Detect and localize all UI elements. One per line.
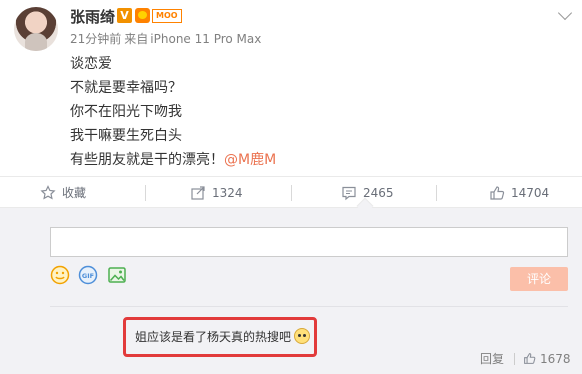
divider	[436, 185, 437, 201]
submit-comment-button[interactable]: 评论	[510, 267, 568, 291]
divider	[50, 306, 568, 307]
share-icon	[191, 185, 205, 200]
comment-icon	[342, 186, 356, 200]
post-meta: 21分钟前 来自 iPhone 11 Pro Max	[70, 30, 261, 47]
highlighted-comment: 姐应该是看了杨天真的热搜吧	[123, 317, 317, 357]
comment-actions: 回复 1678	[480, 350, 571, 367]
verified-badge-icon[interactable]: V	[117, 8, 132, 23]
source-device[interactable]: iPhone 11 Pro Max	[150, 32, 261, 46]
share-button[interactable]: 1324	[190, 177, 243, 208]
source-prefix: 来自	[124, 32, 149, 46]
post-content: 谈恋爱 不就是要幸福吗？ 你不在阳光下吻我 我干嘛要生死白头 有些朋友就是干的漂…	[70, 52, 276, 172]
content-line: 我干嘛要生死白头	[70, 128, 182, 144]
comment-count: 2465	[363, 185, 394, 200]
content-line: 不就是要幸福吗？	[70, 80, 182, 96]
svg-text:GIF: GIF	[82, 272, 94, 280]
member-tag[interactable]: MOO	[152, 9, 182, 23]
content-line: 谈恋爱	[70, 56, 112, 72]
avatar[interactable]	[14, 7, 58, 51]
comment-section: GIF 评论 姐应该是看了杨天真的热搜吧 回复 1678	[0, 208, 582, 374]
content-line: 你不在阳光下吻我	[70, 104, 182, 120]
divider	[291, 185, 292, 201]
comment-input[interactable]	[50, 227, 568, 257]
gif-icon[interactable]: GIF	[78, 265, 98, 285]
weibo-post: 张雨绮 V MOO 21分钟前 来自 iPhone 11 Pro Max 谈恋爱 不…	[0, 0, 582, 175]
action-bar: 收藏 1324 2465 14704	[0, 176, 582, 208]
emoji-icon[interactable]	[50, 265, 70, 285]
chevron-down-icon[interactable]	[557, 5, 573, 21]
divider	[514, 352, 516, 365]
content-text: 有些朋友就是干的漂亮！	[70, 152, 224, 168]
favorite-label: 收藏	[62, 186, 87, 200]
content-line: 有些朋友就是干的漂亮！@M鹿M	[70, 148, 276, 172]
vip-icon[interactable]	[135, 8, 150, 23]
share-count: 1324	[212, 185, 243, 200]
divider	[145, 185, 146, 201]
comment-text: 姐应该是看了杨天真的热搜吧	[135, 330, 292, 344]
cat-emoji-icon	[294, 328, 310, 344]
like-count: 14704	[511, 185, 550, 200]
image-icon[interactable]	[107, 265, 127, 285]
thumbs-up-icon	[490, 185, 505, 200]
star-icon	[40, 184, 56, 199]
reply-button[interactable]: 回复	[480, 350, 504, 367]
comment-like-count: 1678	[540, 351, 571, 366]
favorite-button[interactable]: 收藏	[40, 177, 86, 208]
post-time[interactable]: 21分钟前	[70, 32, 121, 46]
username[interactable]: 张雨绮	[70, 6, 115, 27]
mention-link[interactable]: @M鹿M	[224, 152, 276, 168]
thumbs-up-icon[interactable]	[523, 352, 536, 365]
like-button[interactable]: 14704	[489, 177, 549, 208]
